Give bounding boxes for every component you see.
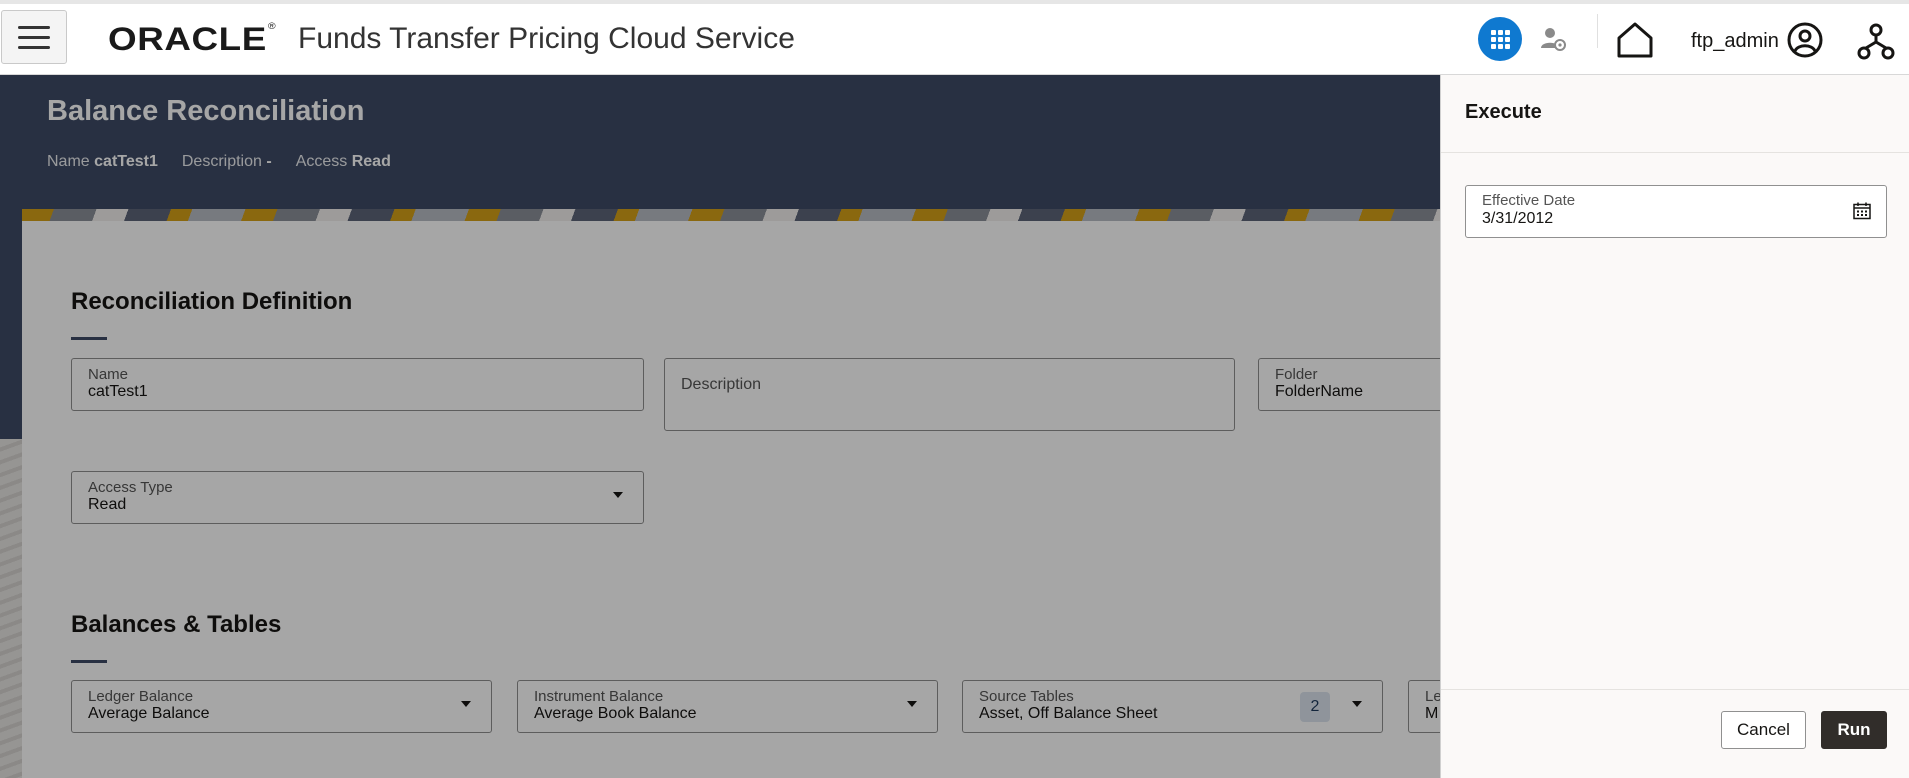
menu-icon[interactable]	[1, 10, 67, 64]
oracle-logo: ORACLE®	[108, 21, 277, 57]
user-settings-icon[interactable]	[1538, 24, 1568, 54]
effective-date-value: 3/31/2012	[1482, 210, 1554, 227]
cancel-button[interactable]: Cancel	[1721, 711, 1806, 749]
drawer-title: Execute	[1465, 101, 1542, 123]
apps-grid-icon[interactable]	[1478, 17, 1522, 61]
run-button[interactable]: Run	[1821, 711, 1887, 749]
user-avatar-icon[interactable]	[1787, 22, 1823, 58]
app-header: ORACLE® Funds Transfer Pricing Cloud Ser…	[0, 0, 1909, 75]
calendar-icon[interactable]	[1852, 201, 1872, 221]
app-title: Funds Transfer Pricing Cloud Service	[298, 22, 795, 55]
home-icon[interactable]	[1614, 19, 1656, 61]
modal-overlay[interactable]	[0, 75, 1440, 778]
org-hierarchy-icon[interactable]	[1856, 22, 1896, 62]
effective-date-field[interactable]: Effective Date 3/31/2012	[1465, 185, 1887, 238]
drawer-footer-divider	[1441, 689, 1909, 690]
header-divider	[1597, 14, 1598, 48]
drawer-divider	[1441, 152, 1909, 153]
username-label[interactable]: ftp_admin	[1691, 30, 1779, 53]
effective-date-label: Effective Date	[1482, 192, 1576, 209]
execute-drawer: Execute Effective Date 3/31/2012 Cancel …	[1440, 75, 1909, 778]
